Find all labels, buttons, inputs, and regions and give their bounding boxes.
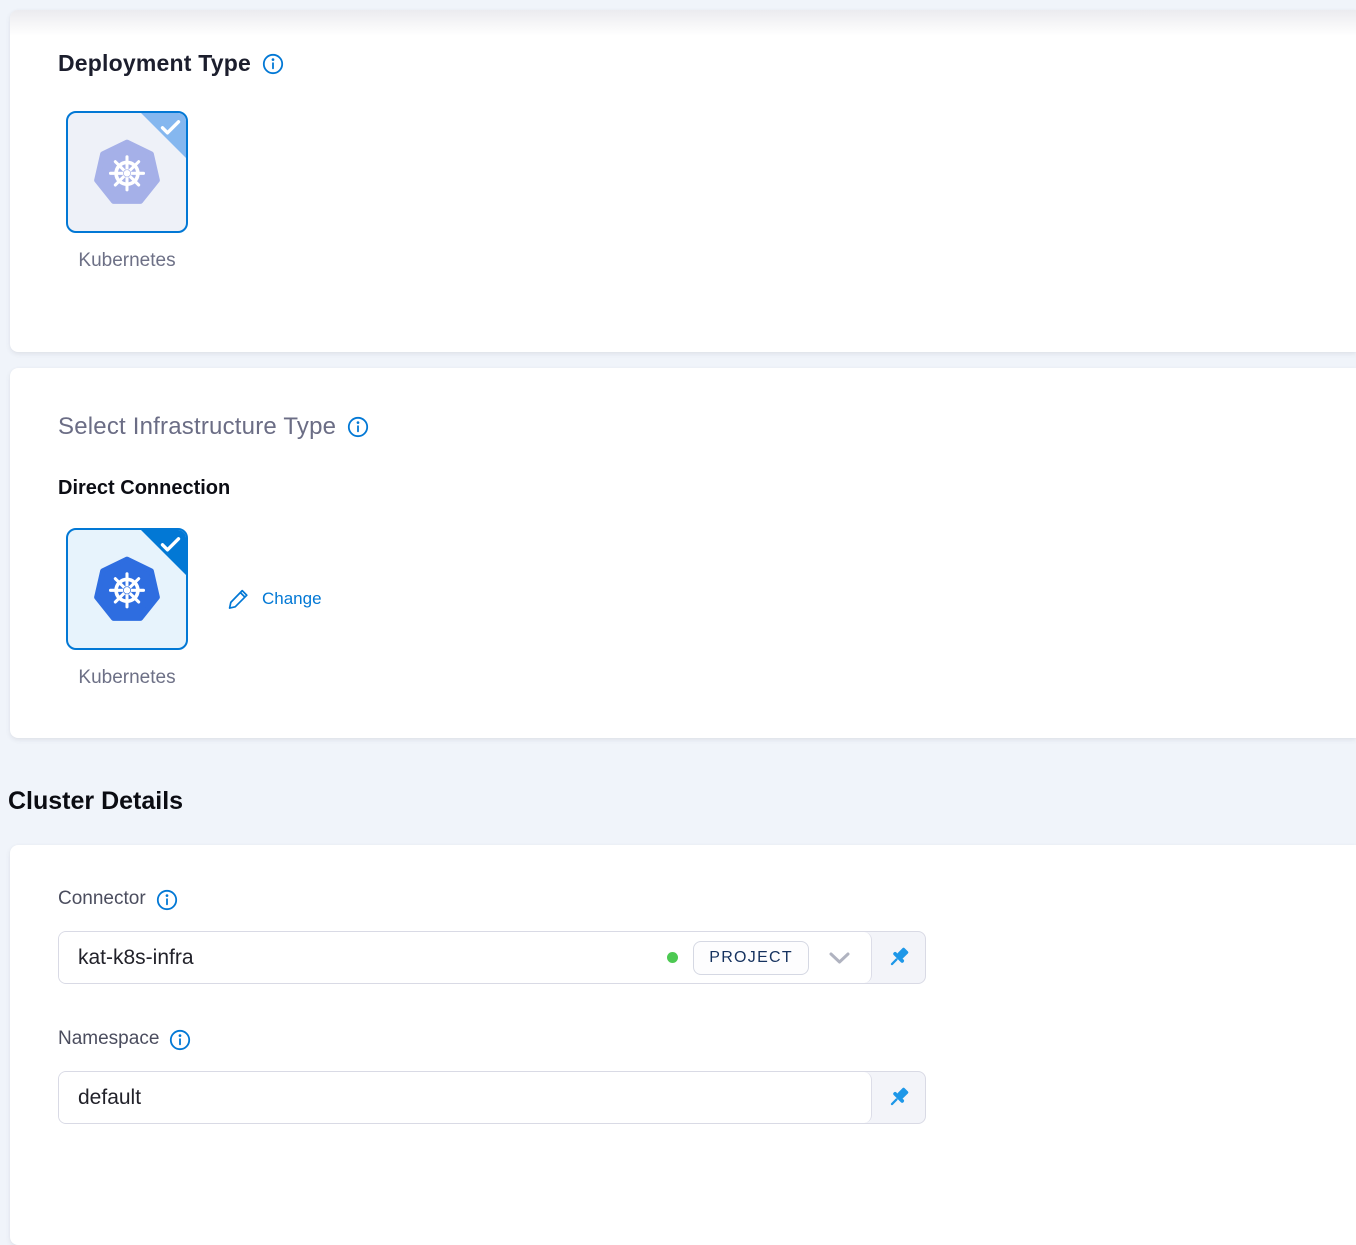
connector-value: kat-k8s-infra xyxy=(78,946,652,970)
change-button[interactable]: Change xyxy=(228,587,322,610)
namespace-label-row: Namespace xyxy=(58,1028,1356,1050)
connector-status-dot xyxy=(667,952,678,963)
check-icon xyxy=(160,536,181,553)
deployment-type-option-kubernetes[interactable] xyxy=(66,111,188,233)
connector-label-row: Connector xyxy=(58,888,1356,910)
kubernetes-icon xyxy=(94,556,160,622)
deployment-type-card: Deployment Type Kubernetes xyxy=(10,10,1356,352)
infrastructure-option-label: Kubernetes xyxy=(66,667,188,689)
kubernetes-icon xyxy=(94,139,160,205)
infrastructure-type-title-text: Select Infrastructure Type xyxy=(58,413,336,441)
cluster-details-title: Cluster Details xyxy=(8,787,183,816)
connector-dropdown-toggle[interactable] xyxy=(824,949,855,967)
scope-badge: PROJECT xyxy=(693,941,809,975)
infrastructure-type-card: Select Infrastructure Type Direct Connec… xyxy=(10,368,1356,738)
info-icon[interactable] xyxy=(347,416,369,438)
info-icon[interactable] xyxy=(169,1029,191,1051)
deployment-type-title: Deployment Type xyxy=(58,10,1356,77)
deployment-type-option-label: Kubernetes xyxy=(66,250,188,272)
namespace-label: Namespace xyxy=(58,1028,159,1050)
pencil-icon xyxy=(228,587,251,610)
check-icon xyxy=(160,119,181,136)
pin-icon xyxy=(885,1084,912,1111)
infrastructure-option-kubernetes[interactable] xyxy=(66,528,188,650)
cluster-details-card: Connector kat-k8s-infra PROJECT Namespac… xyxy=(10,845,1356,1245)
infrastructure-type-title: Select Infrastructure Type xyxy=(58,368,1356,441)
chevron-down-icon xyxy=(826,949,853,967)
deployment-type-title-text: Deployment Type xyxy=(58,50,251,77)
connector-pin-button[interactable] xyxy=(872,932,925,983)
connector-field[interactable]: kat-k8s-infra PROJECT xyxy=(58,931,926,984)
pin-icon xyxy=(885,944,912,971)
change-button-label: Change xyxy=(262,589,322,609)
namespace-field[interactable] xyxy=(58,1071,926,1124)
connector-select[interactable]: kat-k8s-infra PROJECT xyxy=(59,932,872,983)
namespace-input[interactable] xyxy=(78,1086,855,1110)
info-icon[interactable] xyxy=(262,53,284,75)
connector-label: Connector xyxy=(58,888,146,910)
info-icon[interactable] xyxy=(156,889,178,911)
namespace-pin-button[interactable] xyxy=(872,1072,925,1123)
direct-connection-label: Direct Connection xyxy=(58,477,1356,500)
